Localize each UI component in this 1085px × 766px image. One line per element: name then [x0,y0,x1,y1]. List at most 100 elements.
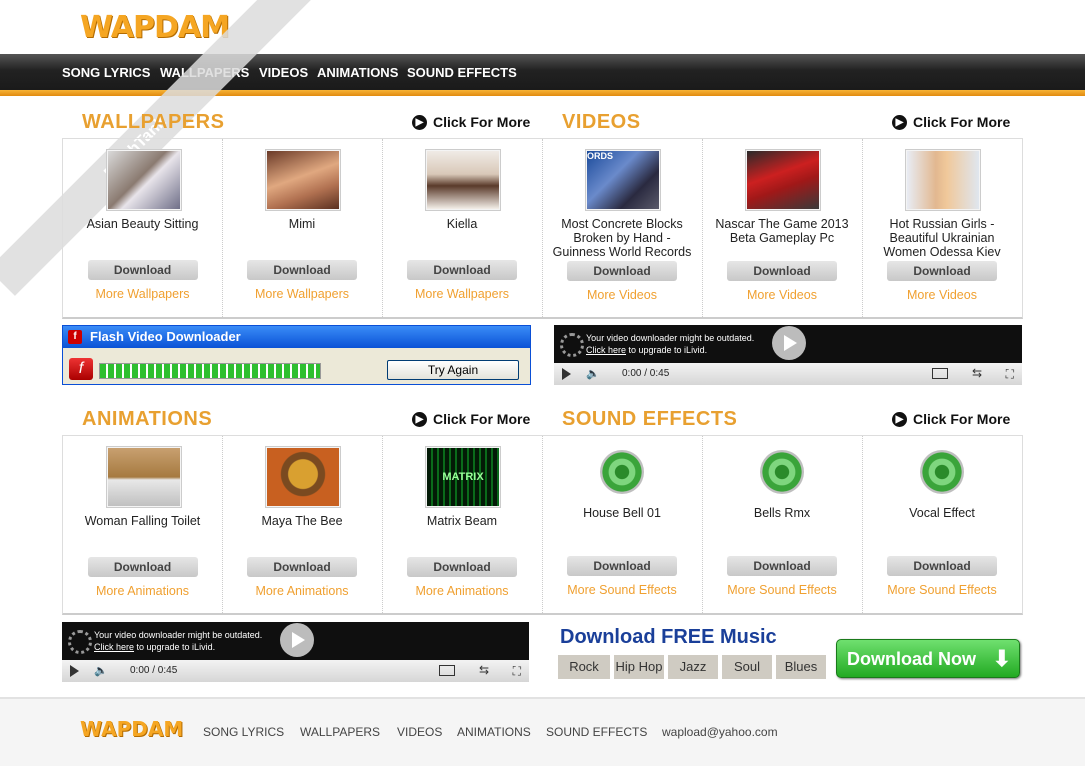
more-animations-link[interactable]: More Animations [382,584,542,598]
genre-soul[interactable]: Soul [722,655,772,679]
download-button[interactable]: Download [727,556,837,576]
animation-card: MATRIX Matrix Beam Download More Animati… [382,436,543,613]
more-wallpapers-link[interactable]: More Wallpapers [382,287,542,301]
arrow-right-icon: ▶ [412,411,427,427]
animation-title[interactable]: Matrix Beam [388,514,536,528]
genre-jazz[interactable]: Jazz [668,655,718,679]
volume-icon[interactable]: 🔈 [586,367,600,380]
upgrade-link[interactable]: Click here [94,642,134,652]
wallpaper-thumbnail[interactable] [265,149,341,211]
flash-icon: f [68,330,82,344]
music-heading[interactable]: Download FREE Music [560,626,777,649]
header: WAPDAM [0,0,1085,54]
repeat-icon[interactable]: ⇆ [479,663,489,677]
play-icon[interactable] [70,665,79,677]
download-button[interactable]: Download [727,261,837,281]
footer-song-lyrics[interactable]: SONG LYRICS [203,725,284,739]
repeat-icon[interactable]: ⇆ [972,366,982,380]
animation-title[interactable]: Woman Falling Toilet [69,514,216,528]
bottom-content-grid: Woman Falling Toilet Download More Anima… [62,435,1023,615]
video-ad-player[interactable]: Your video downloader might be outdated.… [62,622,529,682]
more-animations-link[interactable]: More Animations [222,584,382,598]
play-icon[interactable] [562,368,571,380]
genre-blues[interactable]: Blues [776,655,826,679]
sound-effect-title[interactable]: House Bell 01 [548,506,696,520]
speaker-icon[interactable] [760,450,804,494]
speaker-icon[interactable] [920,450,964,494]
download-button[interactable]: Download [87,260,198,280]
sound-effects-click-more[interactable]: ▶ Click For More [892,411,1010,427]
nav-animations[interactable]: ANIMATIONS [317,65,398,80]
footer-wallpapers[interactable]: WALLPAPERS [300,725,380,739]
download-button[interactable]: Download [887,261,997,281]
wallpaper-thumbnail[interactable] [105,149,182,211]
more-wallpapers-link[interactable]: More Wallpapers [222,287,382,301]
more-sound-effects-link[interactable]: More Sound Effects [862,583,1022,597]
download-button[interactable]: Download [247,260,357,280]
video-thumbnail[interactable] [905,149,981,211]
video-title[interactable]: Most Concrete Blocks Broken by Hand - Gu… [548,217,696,257]
animation-title[interactable]: Maya The Bee [228,514,376,528]
play-button[interactable] [772,326,806,360]
video-title[interactable]: Nascar The Game 2013 Beta Gameplay Pc [708,217,856,257]
animation-thumbnail[interactable] [105,446,182,508]
flash-downloader-ad[interactable]: f Flash Video Downloader f Try Again [62,325,531,385]
more-videos-link[interactable]: More Videos [862,288,1022,302]
animation-thumbnail[interactable] [265,446,341,508]
window-icon[interactable] [932,368,948,379]
main-nav: SONG LYRICS WALLPAPERS VIDEOS ANIMATIONS… [0,54,1085,90]
play-button[interactable] [280,623,314,657]
window-icon[interactable] [439,665,455,676]
speaker-icon[interactable] [600,450,644,494]
sound-effect-title[interactable]: Vocal Effect [868,506,1016,520]
footer-email[interactable]: wapload@yahoo.com [662,725,778,739]
wallpaper-title[interactable]: Mimi [228,217,376,231]
video-thumbnail[interactable] [745,149,821,211]
download-button[interactable]: Download [247,557,357,577]
download-button[interactable]: Download [407,557,517,577]
more-wallpapers-link[interactable]: More Wallpapers [63,287,222,301]
fullscreen-icon[interactable]: ⛶ [1006,367,1014,382]
sound-effect-title[interactable]: Bells Rmx [708,506,856,520]
footer-sound-effects[interactable]: SOUND EFFECTS [546,725,647,739]
download-progress-bar [99,363,321,379]
video-ad-player[interactable]: Your video downloader might be outdated.… [554,325,1022,385]
volume-icon[interactable]: 🔈 [94,664,108,677]
wallpaper-thumbnail[interactable] [425,149,501,211]
try-again-button[interactable]: Try Again [387,360,519,380]
animations-click-more[interactable]: ▶ Click For More [412,411,530,427]
footer-videos[interactable]: VIDEOS [397,725,442,739]
more-sound-effects-link[interactable]: More Sound Effects [542,583,702,597]
download-now-button[interactable]: Download Now ⬇ [836,639,1020,678]
wallpapers-click-more[interactable]: ▶ Click For More [412,114,530,130]
fullscreen-icon[interactable]: ⛶ [513,664,521,679]
download-button[interactable]: Download [567,261,677,281]
more-sound-effects-link[interactable]: More Sound Effects [702,583,862,597]
footer-animations[interactable]: ANIMATIONS [457,725,531,739]
wapdam-logo[interactable]: WAPDAM [80,10,230,45]
footer-logo[interactable]: WAPDAM [80,717,183,741]
more-videos-link[interactable]: More Videos [542,288,702,302]
video-title[interactable]: Hot Russian Girls - Beautiful Ukrainian … [868,217,1016,257]
nav-sound-effects[interactable]: SOUND EFFECTS [407,65,517,80]
more-videos-link[interactable]: More Videos [702,288,862,302]
genre-hip-hop[interactable]: Hip Hop [614,655,664,679]
animation-thumbnail[interactable]: MATRIX [425,446,501,508]
upgrade-link[interactable]: Click here [586,345,626,355]
flash-logo-icon: f [69,358,93,380]
download-button[interactable]: Download [407,260,517,280]
download-button[interactable]: Download [87,557,198,577]
time-display: 0:00 / 0:45 [622,368,670,379]
video-thumbnail[interactable]: ORDS [585,149,661,211]
videos-click-more[interactable]: ▶ Click For More [892,114,1010,130]
wallpaper-title[interactable]: Asian Beauty Sitting [69,217,216,231]
outdated-message: Your video downloader might be outdated.… [94,630,263,652]
download-button[interactable]: Download [887,556,997,576]
nav-videos[interactable]: VIDEOS [259,65,308,80]
nav-song-lyrics[interactable]: SONG LYRICS [62,65,150,80]
more-animations-link[interactable]: More Animations [63,584,222,598]
wallpaper-title[interactable]: Kiella [388,217,536,231]
download-button[interactable]: Download [567,556,677,576]
time-display: 0:00 / 0:45 [130,665,178,676]
genre-rock[interactable]: Rock [558,655,610,679]
